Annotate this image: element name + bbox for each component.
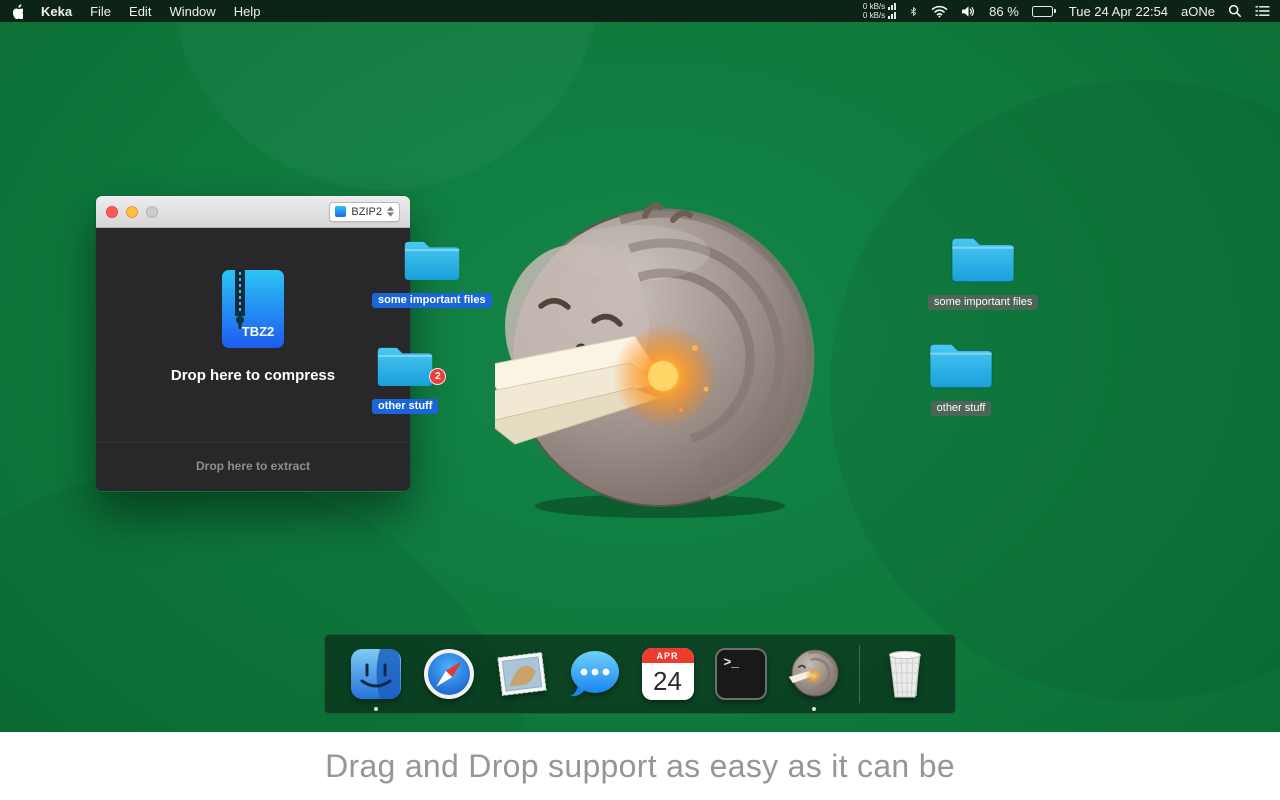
svg-text:TBZ2: TBZ2	[242, 324, 275, 339]
apple-icon[interactable]	[10, 3, 23, 19]
dock-terminal-icon[interactable]: >_	[713, 646, 769, 702]
folder-icon	[950, 232, 1016, 291]
calendar-month-label: APR	[641, 648, 694, 663]
count-badge: 2	[429, 368, 447, 385]
network-speed-indicator[interactable]: 0 kB/s 0 kB/s	[862, 1, 897, 20]
dock-finder-icon[interactable]	[348, 646, 404, 702]
app-menu-keka[interactable]: Keka	[41, 4, 72, 19]
menu-file[interactable]: File	[90, 4, 111, 19]
terminal-prompt-glyph: >_	[714, 648, 767, 700]
dock-mail-icon[interactable]	[494, 646, 550, 702]
dragged-folder-some-important-files[interactable]: some important files	[372, 236, 492, 308]
menu-help[interactable]: Help	[234, 4, 261, 19]
zoom-button[interactable]	[146, 205, 158, 218]
notification-center-icon[interactable]	[1255, 5, 1270, 17]
dock-safari-icon[interactable]	[421, 646, 477, 702]
format-select-value: BZIP2	[351, 205, 382, 218]
dock-messages-icon[interactable]	[567, 646, 623, 702]
caption-bar: Drag and Drop support as easy as it can …	[0, 732, 1280, 800]
spotlight-search-icon[interactable]	[1228, 4, 1242, 18]
format-select[interactable]: BZIP2	[329, 201, 400, 222]
background-circle	[170, 0, 600, 190]
folder-label: other stuff	[372, 399, 439, 414]
folder-label: other stuff	[930, 401, 992, 416]
dock-calendar-icon[interactable]: APR 24	[640, 646, 696, 702]
close-button[interactable]	[106, 205, 118, 218]
calendar-day-label: 24	[653, 666, 682, 696]
folder-icon	[928, 338, 994, 397]
dock-separator	[858, 645, 860, 703]
dock-keka-icon[interactable]	[786, 646, 842, 702]
caption-text: Drag and Drop support as easy as it can …	[325, 747, 955, 784]
folder-label: some important files	[372, 293, 492, 308]
chevron-up-down-icon	[387, 206, 394, 217]
desktop-folder-other-stuff[interactable]: other stuff	[928, 338, 994, 416]
battery-percent-label: 86 %	[989, 3, 1019, 19]
net-bars-icon	[888, 12, 897, 19]
background-circle	[830, 80, 1280, 700]
bluetooth-icon[interactable]	[909, 4, 918, 19]
dock: APR 24 >_	[324, 634, 956, 714]
battery-icon[interactable]	[1031, 5, 1056, 17]
dock-trash-icon[interactable]	[877, 646, 933, 702]
drop-compress-label: Drop here to compress	[170, 367, 336, 384]
menu-window[interactable]: Window	[169, 4, 215, 19]
net-up-label: 0 kB/s	[862, 1, 886, 11]
desktop: Keka File Edit Window Help 0 kB/s 0 kB/s…	[0, 0, 1280, 800]
desktop-folder-some-important-files[interactable]: some important files	[928, 232, 1039, 310]
menu-bar: Keka File Edit Window Help 0 kB/s 0 kB/s…	[0, 0, 1280, 22]
folder-icon	[403, 236, 461, 289]
window-titlebar[interactable]: BZIP2	[96, 196, 410, 228]
format-file-icon	[335, 206, 347, 217]
folder-icon	[376, 342, 434, 395]
folder-label: some important files	[928, 295, 1039, 310]
wifi-icon[interactable]	[931, 5, 948, 18]
user-name-label[interactable]: aONe	[1181, 4, 1215, 19]
net-down-label: 0 kB/s	[862, 10, 886, 20]
tbz2-file-icon: TBZ2	[222, 270, 284, 353]
net-bars-icon	[888, 3, 897, 10]
volume-icon[interactable]	[961, 5, 976, 18]
dragged-folder-other-stuff[interactable]: 2 other stuff	[372, 342, 447, 414]
menu-edit[interactable]: Edit	[129, 4, 151, 19]
keka-window: BZIP2 TBZ2 Drop here to compress Drop he…	[96, 196, 410, 492]
keka-mascot-illustration	[476, 198, 825, 520]
menu-bar-clock[interactable]: Tue 24 Apr 22:54	[1069, 4, 1168, 19]
extract-drop-zone[interactable]: Drop here to extract	[96, 442, 410, 491]
compress-drop-zone[interactable]: TBZ2 Drop here to compress Drop here to …	[96, 228, 410, 491]
minimize-button[interactable]	[126, 205, 138, 218]
drop-extract-label: Drop here to extract	[195, 459, 311, 473]
